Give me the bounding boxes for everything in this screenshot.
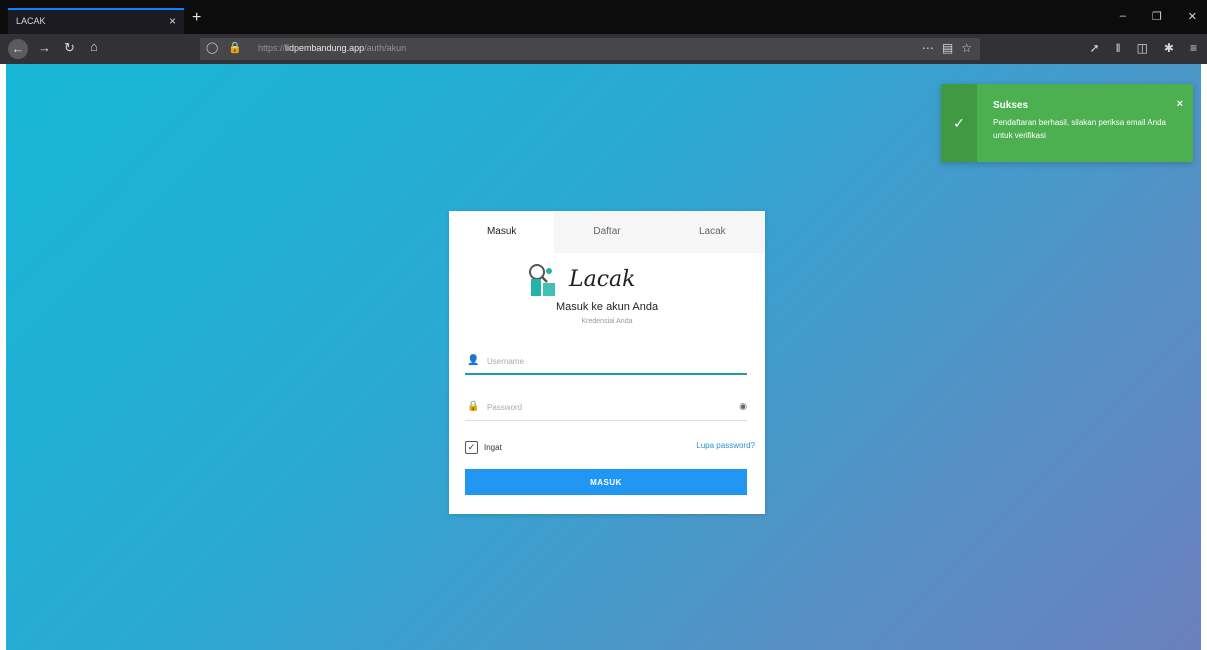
toolbar-icons: ➚ ‖ ◫ ✱ ≡ xyxy=(1090,41,1197,55)
login-card: Masuk Daftar Lacak Lacak Masuk ke akun A… xyxy=(449,211,765,514)
tab-lacak[interactable]: Lacak xyxy=(659,211,765,253)
restore-icon[interactable]: ❐ xyxy=(1152,10,1162,23)
browser-tab-bar: LACAK × + – ❐ ✕ xyxy=(0,0,1207,34)
tools-icon[interactable]: ➚ xyxy=(1090,41,1100,55)
magnifier-location-icon xyxy=(529,264,555,296)
password-input[interactable] xyxy=(487,397,717,417)
password-field: 🔒 ◉ xyxy=(465,393,747,421)
toast-message: Pendaftaran berhasil, silakan periksa em… xyxy=(993,118,1166,140)
page-title: Masuk ke akun Anda xyxy=(555,301,659,313)
username-field: 👤 xyxy=(465,347,747,375)
forward-icon[interactable]: → xyxy=(38,40,51,55)
tab-close-icon[interactable]: × xyxy=(169,14,176,28)
user-icon: 👤 xyxy=(467,355,480,366)
reader-view-icon[interactable]: ▤ xyxy=(942,41,953,55)
browser-nav-bar: ← → ↻ ⌂ ◯ 🔒 https://lidpembandung.app/au… xyxy=(0,34,1207,64)
menu-icon[interactable]: ≡ xyxy=(1190,41,1197,55)
browser-tab[interactable]: LACAK × xyxy=(8,8,184,34)
back-icon[interactable]: ← xyxy=(8,39,28,59)
lock-icon: 🔒 xyxy=(467,401,480,412)
toast-close-icon[interactable]: × xyxy=(1177,98,1183,110)
page-subtitle: Kredensial Anda xyxy=(581,318,633,325)
url-prefix: https:// xyxy=(258,43,286,53)
more-actions-icon[interactable]: ⋯ xyxy=(922,41,934,55)
tab-daftar[interactable]: Daftar xyxy=(554,211,660,253)
username-input[interactable] xyxy=(487,351,717,371)
page-background: ✓ Sukses Pendaftaran berhasil, silakan p… xyxy=(6,64,1201,650)
forgot-password-link[interactable]: Lupa password? xyxy=(696,441,755,450)
lock-icon[interactable]: 🔒 xyxy=(228,41,242,54)
sidebar-icon[interactable]: ◫ xyxy=(1137,41,1148,55)
toast-title: Sukses xyxy=(993,100,1029,111)
success-toast: ✓ Sukses Pendaftaran berhasil, silakan p… xyxy=(941,84,1193,162)
close-window-icon[interactable]: ✕ xyxy=(1188,10,1197,23)
shield-icon[interactable]: ◯ xyxy=(206,41,218,54)
address-bar[interactable]: ◯ 🔒 https://lidpembandung.app/auth/akun … xyxy=(200,38,980,60)
extension-icon[interactable]: ✱ xyxy=(1164,41,1174,55)
url-path: /auth/akun xyxy=(364,43,407,53)
auth-tabs: Masuk Daftar Lacak xyxy=(449,211,765,253)
logo: Lacak xyxy=(527,263,687,299)
new-tab-icon[interactable]: + xyxy=(192,9,201,27)
remember-checkbox[interactable]: ✓ xyxy=(465,440,478,454)
login-button[interactable]: MASUK xyxy=(465,469,747,495)
window-controls: – ❐ ✕ xyxy=(1120,10,1197,23)
reload-icon[interactable]: ↻ xyxy=(64,40,75,56)
home-icon[interactable]: ⌂ xyxy=(90,39,98,54)
tab-masuk[interactable]: Masuk xyxy=(449,211,555,253)
tab-title: LACAK xyxy=(16,16,46,26)
library-icon[interactable]: ‖ xyxy=(1116,41,1121,55)
bookmark-star-icon[interactable]: ☆ xyxy=(961,41,972,55)
url-host: lidpembandung.app xyxy=(285,43,365,53)
remember-me: ✓ Ingat xyxy=(465,439,502,455)
address-bar-actions: ⋯ ▤ ☆ xyxy=(922,41,972,55)
check-icon: ✓ xyxy=(941,84,977,162)
minimize-icon[interactable]: – xyxy=(1120,10,1126,23)
eye-icon[interactable]: ◉ xyxy=(739,401,747,412)
logo-text: Lacak xyxy=(569,267,636,292)
remember-label: Ingat xyxy=(484,442,502,452)
url-text[interactable]: https://lidpembandung.app/auth/akun xyxy=(258,43,406,53)
